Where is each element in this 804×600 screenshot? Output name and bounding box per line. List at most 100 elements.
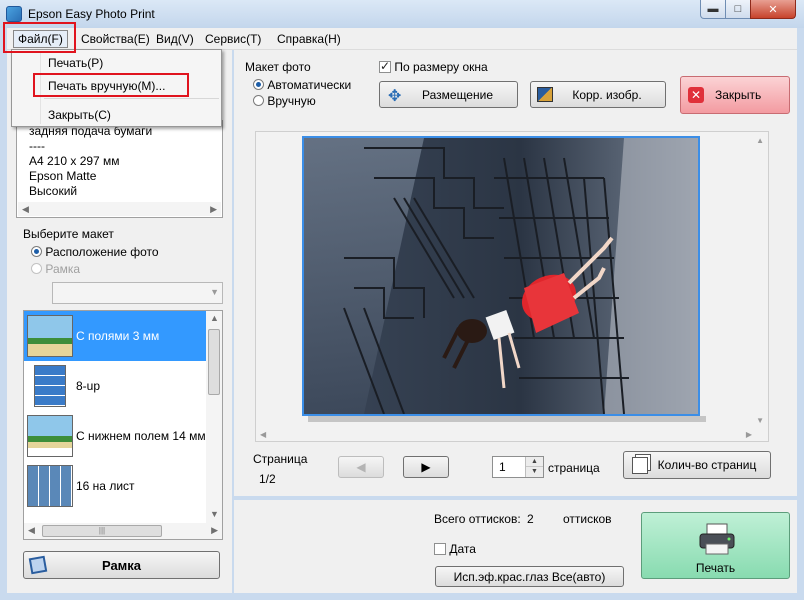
- thumb-bottom-margin-icon: [27, 415, 73, 457]
- thumb-16up-icon: [27, 465, 73, 507]
- pages-count-button[interactable]: Колич-во страниц: [623, 451, 771, 479]
- radio-photo-layout-label: Расположение фото: [45, 245, 159, 259]
- fit-window-checkbox[interactable]: По размеру окна: [379, 59, 488, 74]
- scroll-right-icon[interactable]: ▶: [210, 204, 217, 215]
- pages-stack-icon: [632, 457, 648, 474]
- frame-button[interactable]: Рамка: [23, 551, 220, 579]
- scroll-left-icon[interactable]: ◀: [260, 430, 266, 439]
- radio-manual-label: Вручную: [267, 94, 316, 108]
- printer-icon: [699, 523, 735, 555]
- image-correct-icon: [537, 87, 553, 102]
- placement-button[interactable]: ✥ Размещение: [379, 81, 518, 108]
- scroll-down-icon[interactable]: ▼: [756, 416, 764, 425]
- highlight-manual-print: [33, 73, 189, 97]
- app-window: Epson Easy Photo Print ▬ □ ✕ Файл(F) Сво…: [0, 0, 804, 600]
- thumb-bordered-icon: [27, 315, 73, 357]
- scroll-left-icon[interactable]: ◀: [22, 204, 29, 215]
- page-spinner-value[interactable]: 1: [499, 460, 506, 474]
- close-window-button[interactable]: ✕: [750, 0, 796, 19]
- radio-frame: Рамка: [31, 262, 80, 276]
- list-vscroll-thumb[interactable]: [208, 329, 220, 395]
- frame-combo: ▼: [52, 282, 223, 304]
- frame-icon: [28, 555, 48, 575]
- next-arrow-icon: ▶: [421, 460, 431, 474]
- menu-service[interactable]: Сервис(T): [201, 31, 265, 47]
- scroll-up-icon[interactable]: ▲: [756, 136, 764, 145]
- print-quality: Высокий: [29, 184, 78, 198]
- list-item[interactable]: С нижнем полем 14 мм: [24, 411, 206, 461]
- photo-shadow: [308, 416, 706, 422]
- frame-button-label: Рамка: [101, 557, 142, 573]
- menu-help[interactable]: Справка(H): [273, 31, 345, 47]
- radio-manual[interactable]: Вручную: [253, 94, 316, 108]
- checkbox-checked-icon[interactable]: [379, 59, 391, 73]
- maximize-button[interactable]: □: [725, 0, 751, 19]
- paper-size: A4 210 x 297 мм: [29, 154, 120, 168]
- paper-separator: ----: [29, 139, 45, 153]
- correct-image-button[interactable]: Корр. изобр.: [530, 81, 666, 108]
- page-suffix: страница: [548, 461, 600, 475]
- page-spinner[interactable]: 1 ▲ ▼: [492, 456, 544, 478]
- date-checkbox[interactable]: Дата: [434, 542, 476, 556]
- radio-on-icon[interactable]: [253, 79, 264, 90]
- menu-view[interactable]: Вид(V): [152, 31, 198, 47]
- page-value: 1/2: [259, 472, 276, 486]
- radio-frame-label: Рамка: [45, 262, 81, 276]
- list-hscroll-thumb[interactable]: |||: [42, 525, 162, 537]
- radio-auto[interactable]: Автоматически: [253, 78, 351, 92]
- total-prints-value: 2: [527, 512, 534, 526]
- page-label: Страница: [253, 452, 308, 466]
- radio-on-icon[interactable]: [31, 246, 42, 257]
- scroll-right-icon[interactable]: ▶: [211, 525, 218, 536]
- menu-item-print[interactable]: Печать(P): [48, 56, 103, 70]
- print-button[interactable]: Печать: [641, 512, 790, 579]
- list-item-label: 8-up: [76, 379, 101, 393]
- checkbox-unchecked-icon[interactable]: [434, 543, 446, 555]
- app-icon: [6, 6, 22, 22]
- paper-info-box: задняя подача бумаги ---- A4 210 x 297 м…: [16, 120, 223, 218]
- layout-list[interactable]: С полями 3 мм 8-up С нижнем полем 14 мм …: [23, 310, 223, 540]
- list-item[interactable]: 8-up: [24, 361, 206, 411]
- scroll-left-icon[interactable]: ◀: [28, 525, 35, 536]
- paper-type: Epson Matte: [29, 169, 97, 183]
- menu-bar: Файл(F) Свойства(E) Вид(V) Сервис(T) Спр…: [7, 28, 797, 50]
- menu-properties[interactable]: Свойства(E): [77, 31, 154, 47]
- menu-item-close[interactable]: Закрыть(C): [48, 108, 111, 122]
- layout-heading: Выберите макет: [23, 227, 114, 241]
- correct-image-label: Корр. изобр.: [572, 87, 642, 102]
- scroll-down-icon[interactable]: ▼: [210, 509, 219, 519]
- close-button[interactable]: ✕ Закрыть: [680, 76, 790, 114]
- chevron-down-icon: ▼: [210, 287, 219, 297]
- list-item[interactable]: 16 на лист: [24, 461, 206, 511]
- spin-up-icon[interactable]: ▲: [526, 457, 543, 467]
- photo-image: [304, 138, 698, 414]
- red-eye-button[interactable]: Исп.эф.крас.глаз Все(авто): [435, 566, 624, 587]
- radio-off-icon: [31, 263, 42, 274]
- scroll-right-icon[interactable]: ▶: [746, 430, 752, 439]
- list-item-label: 16 на лист: [76, 479, 135, 493]
- prev-page-button: ◀: [338, 456, 384, 478]
- menu-separator: [44, 98, 219, 99]
- photo-preview[interactable]: [302, 136, 700, 416]
- scroll-up-icon[interactable]: ▲: [210, 313, 219, 323]
- list-item-label: С нижнем полем 14 мм: [76, 429, 206, 443]
- list-vscroll[interactable]: ▲ ▼: [206, 311, 222, 523]
- list-item-label: С полями 3 мм: [76, 329, 160, 343]
- radio-photo-layout[interactable]: Расположение фото: [31, 245, 159, 259]
- list-item[interactable]: С полями 3 мм: [24, 311, 206, 361]
- spinner-buttons[interactable]: ▲ ▼: [525, 457, 543, 477]
- photo-layout-heading: Макет фото: [245, 60, 311, 74]
- move-arrows-icon: ✥: [388, 88, 402, 105]
- total-prints-label: Всего оттисков:: [434, 512, 521, 526]
- thumb-8up-icon: [34, 365, 66, 407]
- list-hscroll[interactable]: ◀ ||| ▶: [24, 523, 222, 539]
- date-label: Дата: [449, 542, 476, 556]
- radio-off-icon[interactable]: [253, 95, 264, 106]
- info-hscroll[interactable]: ◀ ▶: [18, 202, 221, 216]
- title-bar: Epson Easy Photo Print ▬ □ ✕: [0, 0, 804, 28]
- next-page-button[interactable]: ▶: [403, 456, 449, 478]
- minimize-button[interactable]: ▬: [700, 0, 726, 19]
- close-x-icon: ✕: [688, 87, 704, 103]
- window-title: Epson Easy Photo Print: [28, 7, 155, 21]
- spin-down-icon[interactable]: ▼: [526, 467, 543, 477]
